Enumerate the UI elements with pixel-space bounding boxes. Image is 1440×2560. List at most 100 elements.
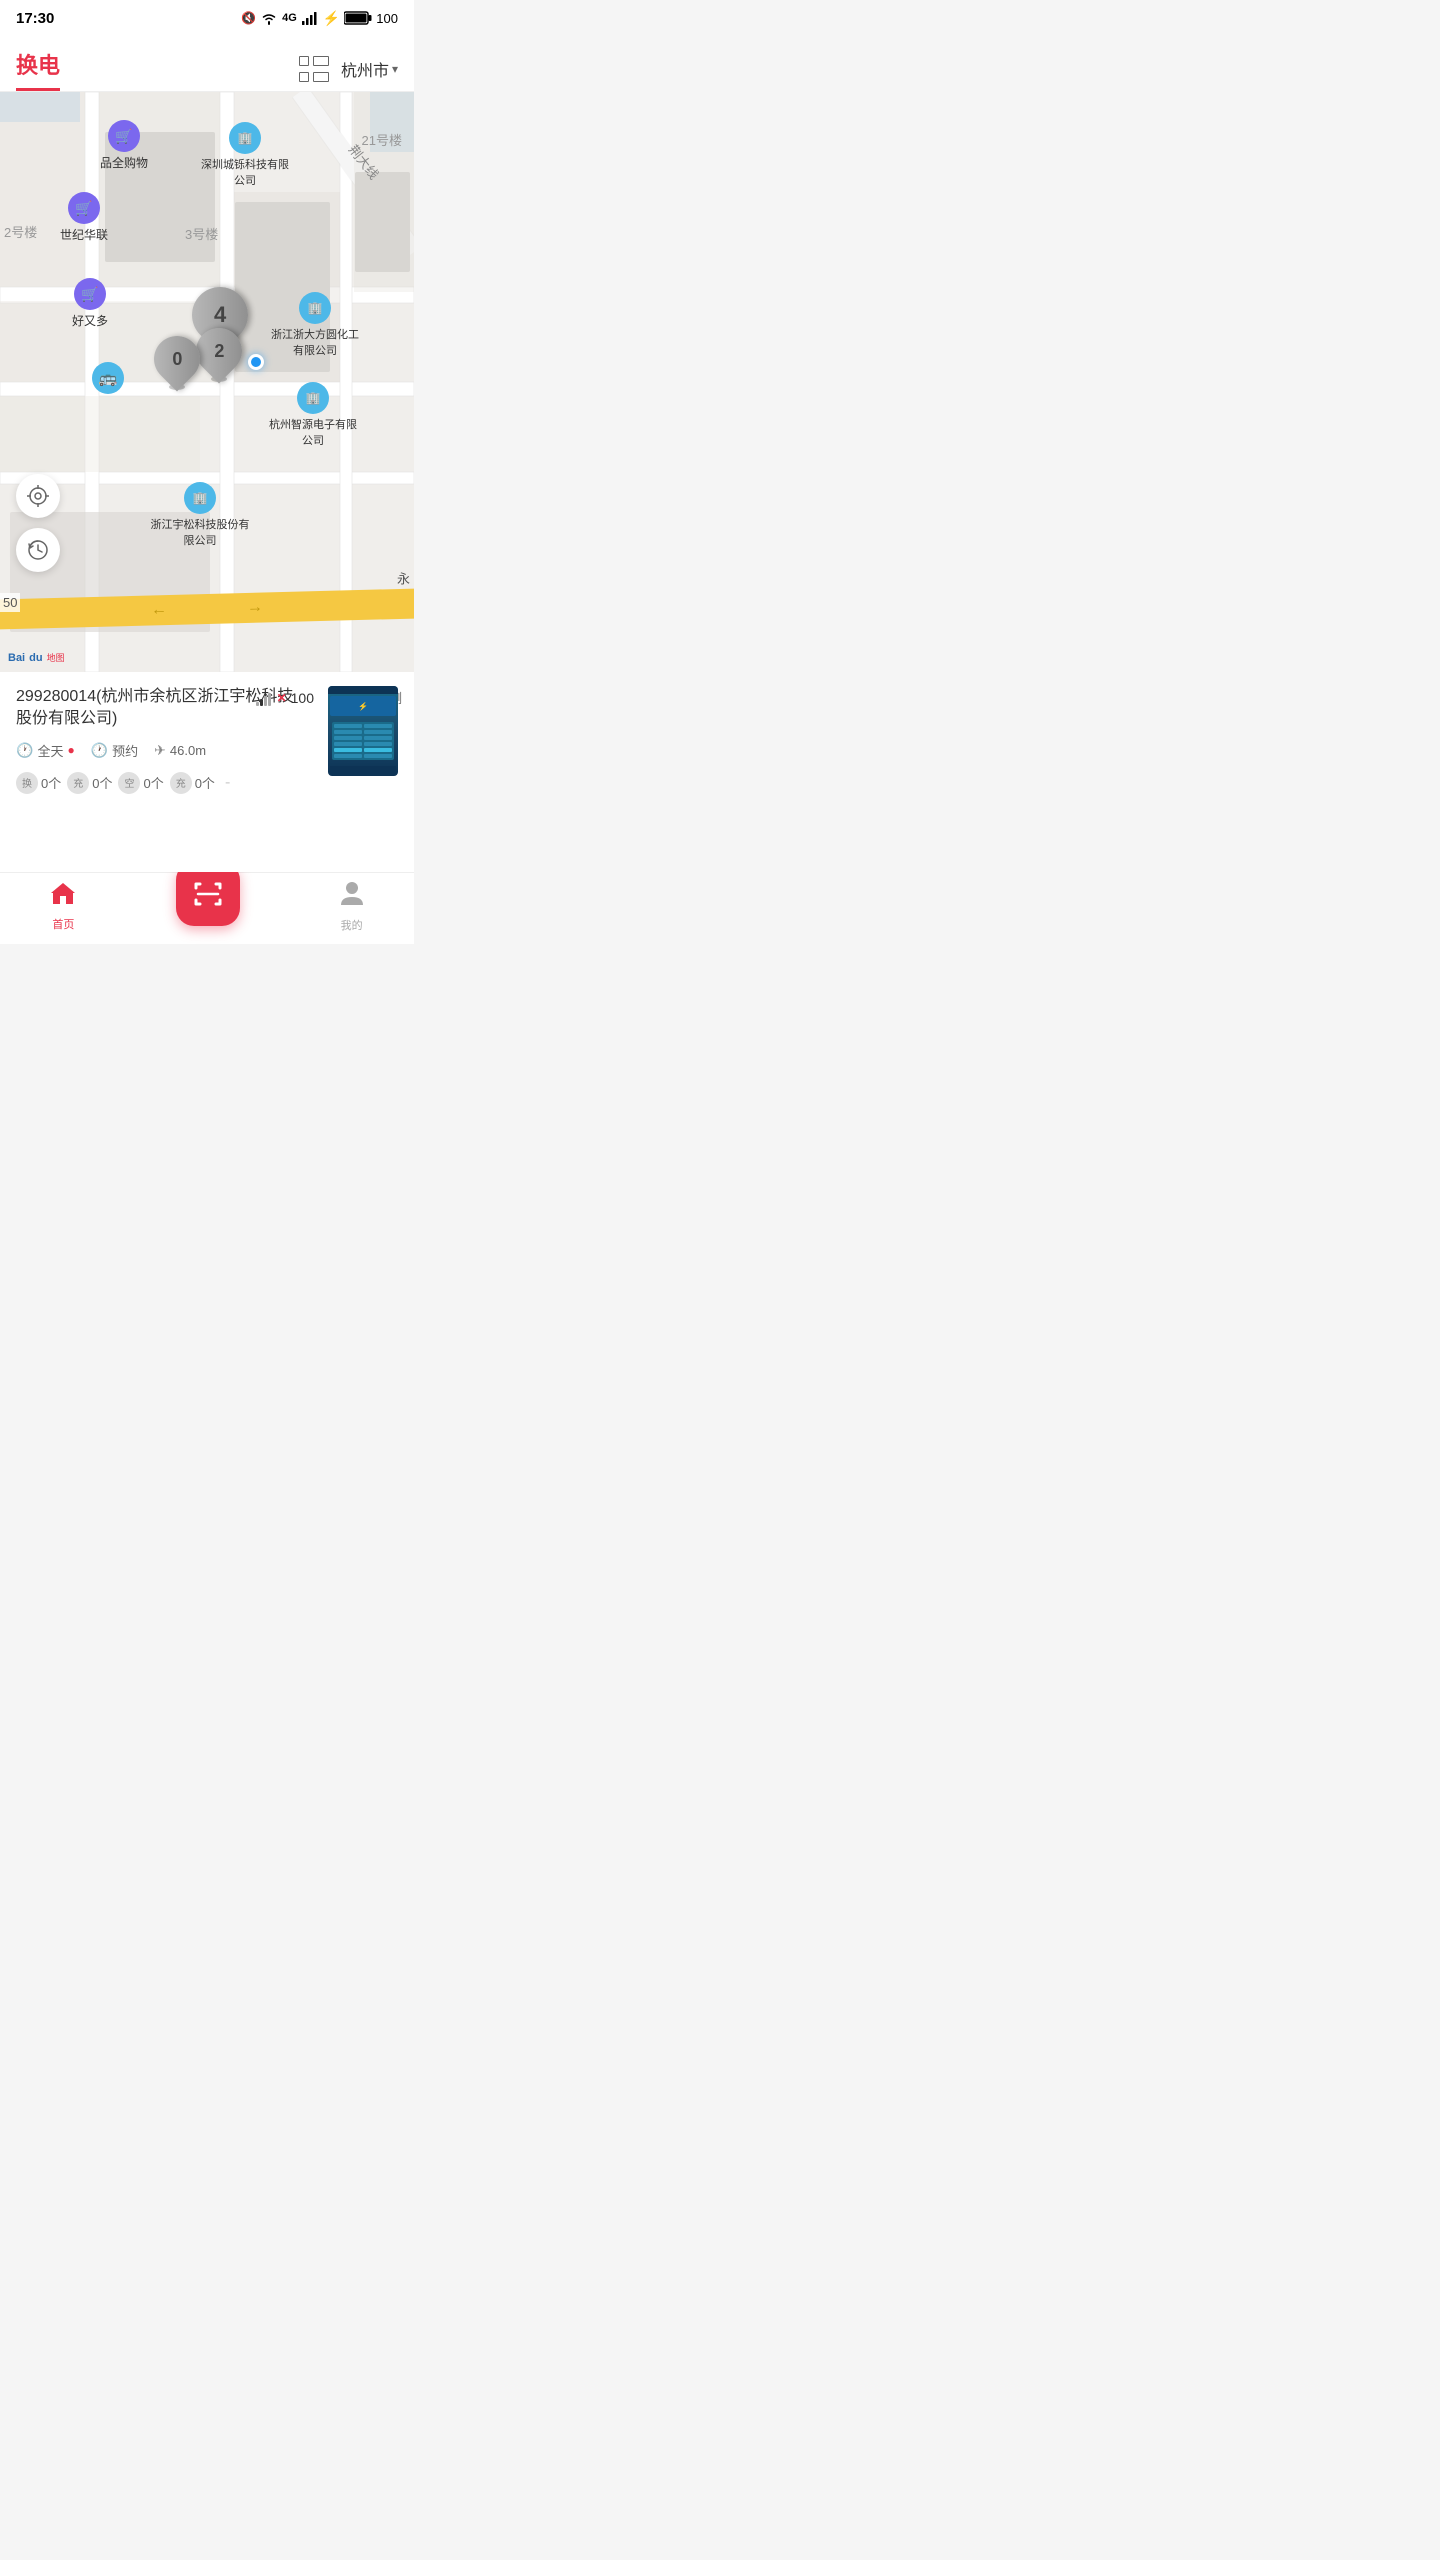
scan-icon	[192, 880, 224, 908]
grid-toggle-button[interactable]	[299, 56, 329, 82]
station-info-row: 🕐 全天 ● 🕐 预约 ✈ 46.0m	[16, 741, 308, 760]
wifi-icon	[260, 11, 278, 25]
mic-muted-icon: 🔇	[241, 11, 256, 25]
slot-item-3: 空 0个	[118, 772, 163, 794]
slot-icon-1: 换	[16, 772, 38, 794]
map-pin-2[interactable]: 2	[196, 328, 242, 382]
clock-icon2: 🕐	[91, 742, 108, 759]
status-icons: 🔇 4G ⚡ 100	[241, 10, 398, 27]
open-icon: ●	[67, 743, 74, 757]
more-indicator: -	[225, 774, 230, 792]
battery-level: 100	[376, 11, 398, 26]
hours-info: 🕐 全天 ●	[16, 741, 75, 760]
building-label-2: 2号楼	[4, 222, 37, 241]
poi-label-shiji: 世纪华联	[60, 226, 108, 243]
battery-icon	[344, 11, 372, 25]
clock-icon: 🕐	[16, 742, 33, 759]
slot-type-4: 充	[176, 775, 186, 790]
bookable-label: 预约	[112, 741, 138, 760]
distance-label: 46.0m	[170, 743, 206, 758]
map-controls	[16, 474, 60, 572]
signal-battery-info: ✕ 100	[256, 690, 314, 706]
poi-icon-office3: 🏢	[297, 382, 329, 414]
poi-icon-office4: 🏢	[184, 482, 216, 514]
history-icon	[27, 539, 49, 561]
nav-home[interactable]: 首页	[49, 880, 77, 932]
slot-icon-3: 空	[118, 772, 140, 794]
home-icon	[49, 880, 77, 913]
poi-icon-shiji: 🛒	[68, 192, 100, 224]
slot-type-1: 换	[22, 775, 32, 790]
city-selector[interactable]: 杭州市 ▾	[341, 57, 398, 81]
slot-icon-2: 充	[67, 772, 89, 794]
poi-icon-office1: 🏢	[229, 122, 261, 154]
poi-label-zhejiangyuda: 浙江浙大方圆化工有限公司	[270, 326, 360, 358]
header: 换电 杭州市 ▾	[0, 36, 414, 92]
poi-haoyou: 🛒 好又多	[72, 278, 108, 329]
signal-icon	[301, 11, 319, 25]
current-location-dot	[248, 354, 264, 370]
station-card: 299280014(杭州市余杭区浙江宇松科技股份有限公司) 🕐 全天 ● 🕐 预…	[0, 672, 414, 872]
slot-item-4: 充 0个	[170, 772, 215, 794]
slot-count-1: 0个	[41, 773, 61, 792]
status-bar: 17:30 🔇 4G ⚡ 100	[0, 0, 414, 36]
poi-icon-haoyou: 🛒	[74, 278, 106, 310]
slot-type-2: 充	[73, 775, 83, 790]
road-label-50: 50	[0, 593, 20, 612]
poi-label-yusong: 浙江宇松科技股份有限公司	[150, 516, 250, 548]
road-label-yong: 永	[393, 572, 412, 585]
building-label-21: 21号楼	[362, 130, 402, 149]
map-pin-0[interactable]: 0	[154, 336, 200, 390]
slot-count-3: 0个	[143, 773, 163, 792]
poi-label-haoyou: 好又多	[72, 312, 108, 329]
poi-pinquan: 🛒 品全购物	[100, 120, 148, 171]
chevron-down-icon: ▾	[392, 62, 398, 76]
booking-info: 🕐 预约	[91, 741, 138, 760]
slot-item-2: 充 0个	[67, 772, 112, 794]
pin-count-0: 0	[172, 349, 182, 370]
history-button[interactable]	[16, 528, 60, 572]
poi-label-pinquan: 品全购物	[100, 154, 148, 171]
location-button[interactable]	[16, 474, 60, 518]
road-arrow-left: ←	[151, 601, 167, 619]
device-battery: 100	[291, 690, 314, 706]
nav-home-label: 首页	[52, 916, 74, 932]
pin-count-4: 4	[214, 302, 226, 328]
header-right: 杭州市 ▾	[299, 56, 398, 82]
city-name: 杭州市	[341, 57, 389, 81]
baidu-watermark: Bai du 地图	[8, 651, 65, 664]
slot-count-2: 0个	[92, 773, 112, 792]
poi-icon-office2: 🏢	[299, 292, 331, 324]
baidu-map-text: 地图	[47, 651, 65, 664]
hours-label: 全天	[37, 741, 63, 760]
slot-icon-4: 充	[170, 772, 192, 794]
profile-icon	[339, 879, 365, 914]
status-time: 17:30	[16, 10, 54, 27]
poi-label-hangzhouzhiyuan: 杭州智源电子有限公司	[268, 416, 358, 448]
crosshair-icon	[27, 485, 49, 507]
signal-bars	[256, 690, 271, 706]
map-container[interactable]: 21号楼 2号楼 3号楼 荆大线 🛒 品全购物 🛒 世纪华联 🛒 好又多 🏢 深…	[0, 92, 414, 672]
poi-hangzhouzhiyuan: 🏢 杭州智源电子有限公司	[268, 382, 358, 448]
bottom-nav: 首页 我的	[0, 872, 414, 944]
poi-shiji: 🛒 世纪华联	[60, 192, 108, 243]
baidu-logo: Bai	[8, 652, 25, 664]
nav-profile[interactable]: 我的	[339, 879, 365, 933]
distance-info: ✈ 46.0m	[154, 742, 206, 759]
slot-item-1: 换 0个	[16, 772, 61, 794]
poi-shenzhen: 🏢 深圳城铄科技有限公司	[200, 122, 290, 188]
poi-zhejiangyuda: 🏢 浙江浙大方圆化工有限公司	[270, 292, 360, 358]
signal-error-icon: ✕	[277, 691, 287, 705]
network-type: 4G	[282, 12, 297, 24]
pin-count-2: 2	[214, 341, 224, 362]
poi-label-shenzhen: 深圳城铄科技有限公司	[200, 156, 290, 188]
page-title: 换电	[16, 48, 60, 91]
charging-icon: ⚡	[323, 10, 340, 27]
poi-icon-shopping: 🛒	[108, 120, 140, 152]
navigation-icon: ✈	[154, 742, 166, 759]
bus-stop-icon: 🚌	[92, 362, 124, 394]
poi-yusong: 🏢 浙江宇松科技股份有限公司	[150, 482, 250, 548]
baidu-logo2: du	[29, 652, 42, 664]
station-image: ⚡	[328, 686, 398, 776]
road-arrow-right: →	[247, 599, 263, 617]
